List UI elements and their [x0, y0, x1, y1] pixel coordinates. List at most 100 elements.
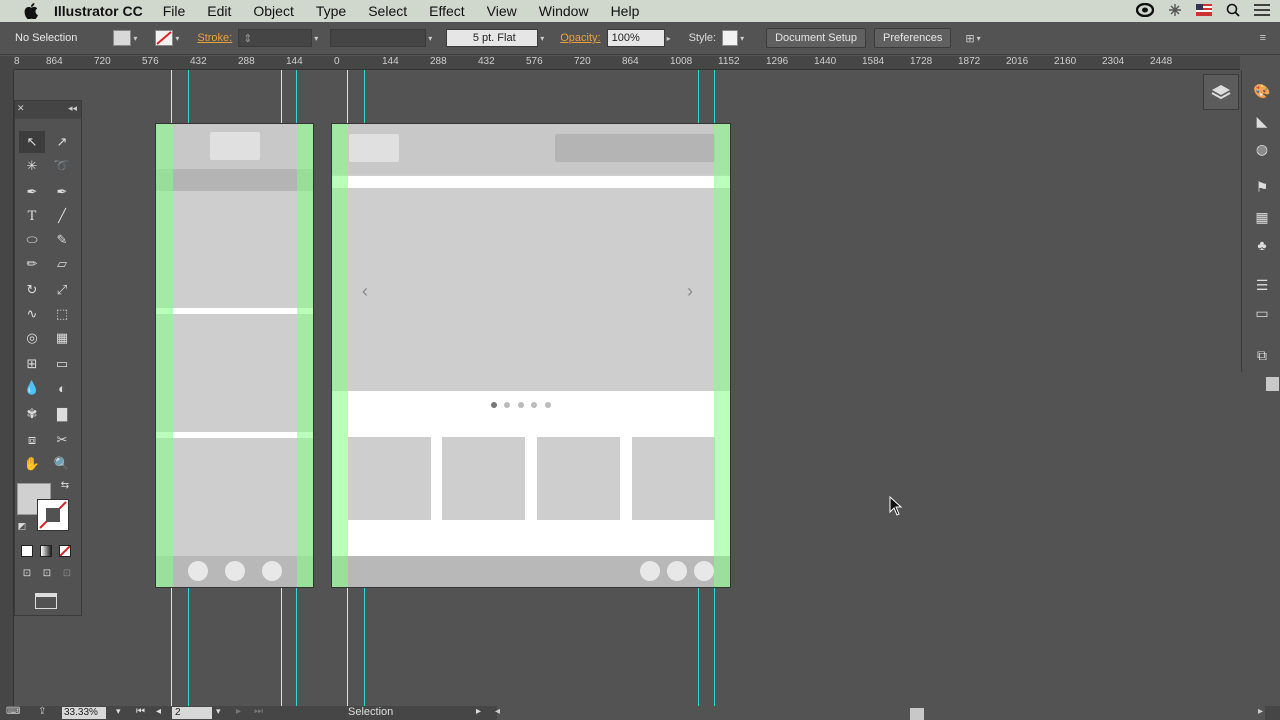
wifi-icon[interactable]	[1168, 3, 1182, 20]
pen-icon[interactable]: ✒	[19, 181, 45, 203]
color-mode-icon[interactable]	[21, 545, 33, 557]
menu-effect[interactable]: Effect	[429, 3, 465, 19]
symbols-icon[interactable]: ♣	[1250, 234, 1274, 256]
draw-behind-icon[interactable]: ⊡	[37, 565, 57, 581]
carousel-dot[interactable]	[545, 402, 551, 408]
swatches-icon[interactable]: ▦	[1250, 206, 1274, 228]
paintbrush-icon[interactable]: ✎	[49, 229, 75, 251]
align-icon[interactable]: ☰	[1250, 274, 1274, 296]
artboard-number-field[interactable]: 2	[172, 707, 212, 719]
appearance-icon[interactable]: ◍	[1250, 138, 1274, 160]
perspective-icon[interactable]: ▦	[49, 327, 75, 349]
menu-object[interactable]: Object	[253, 3, 293, 19]
preferences-button[interactable]: Preferences	[874, 28, 952, 48]
selection-tool-icon[interactable]: ↖	[19, 131, 45, 153]
zoom-level-field[interactable]: 33.33%	[62, 707, 106, 719]
swap-colors-icon[interactable]: ⇆	[55, 477, 75, 493]
opacity-label[interactable]: Opacity:	[560, 32, 600, 44]
shape-builder-icon[interactable]: ◎	[19, 327, 45, 349]
gradient-mode-icon[interactable]	[40, 545, 52, 557]
menu-help[interactable]: Help	[611, 3, 640, 19]
opacity-field[interactable]: 100%	[606, 29, 665, 47]
pencil-icon[interactable]: ✏	[19, 253, 45, 275]
chevron-right-icon[interactable]: ›	[687, 281, 693, 302]
stroke-swatch[interactable]	[155, 30, 174, 46]
mesh-icon[interactable]: ⊞	[19, 353, 45, 375]
horizontal-ruler[interactable]: 8 864 720 576 432 288 144 0 144 288 432 576 720 864 10…	[14, 56, 1240, 70]
panel-menu-icon[interactable]: ≡	[1260, 32, 1266, 44]
menu-view[interactable]: View	[487, 3, 517, 19]
variable-width-field[interactable]	[330, 29, 427, 47]
artboard-tablet[interactable]: ‹ ›	[331, 123, 731, 588]
document-setup-button[interactable]: Document Setup	[766, 28, 867, 48]
color-icon[interactable]: 🎨	[1250, 80, 1274, 102]
brush-definition[interactable]: 5 pt. Flat	[446, 29, 539, 47]
screen-mode-icon[interactable]	[35, 593, 57, 609]
libraries-icon[interactable]: ⚑	[1250, 176, 1274, 198]
chevron-right-icon[interactable]: ▸	[667, 34, 675, 43]
blend-icon[interactable]: ◐	[49, 377, 75, 399]
search-icon[interactable]	[1226, 3, 1240, 20]
warp-icon[interactable]: ∿	[19, 303, 45, 325]
ruler-origin[interactable]	[0, 56, 14, 70]
symbol-sprayer-icon[interactable]: ✾	[19, 403, 45, 425]
share-icon[interactable]: ⇪	[38, 706, 46, 717]
layers-icon[interactable]	[1203, 74, 1239, 110]
tools-panel[interactable]: ✕ ◂◂ ↖ ↗ ✳ ➰ ✒ ✒ T ╱ ⬭ ✎ ✏ ▱ ↻ ⤢ ∿ ⬚ ◎ ▦…	[14, 100, 82, 616]
eraser-icon[interactable]: ▱	[49, 253, 75, 275]
chevron-down-icon[interactable]: ▾	[216, 706, 221, 717]
line-icon[interactable]: ╱	[49, 205, 75, 227]
zoom-icon[interactable]: 🔍	[49, 453, 75, 475]
artboard-mobile[interactable]	[155, 123, 314, 588]
app-name[interactable]: Illustrator CC	[54, 3, 143, 19]
previous-artboard-icon[interactable]: ◂	[156, 706, 161, 717]
default-colors-icon[interactable]: ◩	[15, 519, 29, 533]
horizontal-scrollbar[interactable]: ◂ ▸	[495, 706, 1265, 720]
scroll-thumb[interactable]	[1266, 377, 1279, 391]
brushes-icon[interactable]: ◣	[1250, 110, 1274, 132]
chevron-down-icon[interactable]: ▾	[175, 34, 183, 43]
carousel-dot[interactable]	[504, 402, 510, 408]
chevron-down-icon[interactable]: ▾	[314, 34, 322, 43]
ellipse-icon[interactable]: ⬭	[19, 229, 45, 251]
curvature-icon[interactable]: ✒	[49, 181, 75, 203]
last-artboard-icon[interactable]: ⏭	[254, 706, 263, 717]
lasso-icon[interactable]: ➰	[49, 155, 75, 177]
creative-cloud-icon[interactable]	[1135, 2, 1155, 20]
graphic-style-swatch[interactable]	[722, 30, 739, 46]
chevron-left-icon[interactable]: ‹	[362, 281, 368, 302]
collapse-icon[interactable]: ◂◂	[68, 103, 77, 114]
apple-icon[interactable]	[22, 2, 40, 20]
draw-inside-icon[interactable]: ⊡	[57, 565, 77, 581]
scale-icon[interactable]: ⤢	[49, 279, 75, 301]
transform-icon[interactable]: ⧉	[1250, 344, 1274, 366]
vertical-ruler[interactable]	[0, 70, 14, 706]
gpu-performance-icon[interactable]: ⌨	[6, 706, 20, 717]
scroll-right-icon[interactable]: ▸	[1258, 706, 1263, 717]
chevron-down-icon[interactable]: ▾	[977, 34, 985, 43]
carousel-dot-active[interactable]	[491, 402, 497, 408]
stroke-color-box[interactable]	[37, 499, 69, 531]
slice-icon[interactable]: ✂	[49, 429, 75, 451]
rotate-icon[interactable]: ↻	[19, 279, 45, 301]
gradient-icon[interactable]: ▭	[49, 353, 75, 375]
menu-edit[interactable]: Edit	[207, 3, 231, 19]
tools-panel-header[interactable]: ✕ ◂◂	[15, 101, 81, 119]
none-mode-icon[interactable]	[59, 545, 71, 557]
chevron-down-icon[interactable]: ▾	[428, 34, 436, 43]
menu-file[interactable]: File	[163, 3, 186, 19]
scroll-left-icon[interactable]: ◂	[495, 706, 500, 717]
scroll-thumb[interactable]	[910, 708, 924, 720]
right-panel-dock[interactable]: 🎨 ◣ ◍ ⚑ ▦ ♣ ☰ ▭ ⧉	[1241, 70, 1280, 372]
list-icon[interactable]	[1254, 3, 1270, 19]
menu-type[interactable]: Type	[316, 3, 346, 19]
menu-window[interactable]: Window	[539, 3, 589, 19]
magic-wand-icon[interactable]: ✳	[19, 155, 45, 177]
stroke-weight-field[interactable]: ⇕	[238, 29, 313, 47]
chevron-down-icon[interactable]: ▾	[740, 34, 748, 43]
flag-icon[interactable]	[1196, 3, 1212, 19]
hand-icon[interactable]: ✋	[19, 453, 45, 475]
next-artboard-icon[interactable]: ▸	[236, 706, 241, 717]
type-icon[interactable]: T	[19, 205, 45, 227]
gradient-panel-icon[interactable]: ▭	[1250, 302, 1274, 324]
